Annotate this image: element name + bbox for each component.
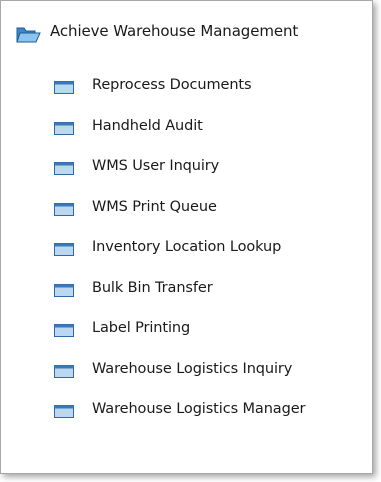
window-icon <box>54 364 74 378</box>
menu-item-label: Inventory Location Lookup <box>92 239 282 255</box>
menu-item[interactable]: WMS Print Queue <box>1 189 372 229</box>
menu-item[interactable]: Inventory Location Lookup <box>1 229 372 269</box>
window-icon <box>54 202 74 216</box>
menu-item-label: Bulk Bin Transfer <box>92 279 213 296</box>
menu-item-label: WMS User Inquiry <box>92 158 220 174</box>
window-icon <box>54 324 74 337</box>
menu-panel: Achieve Warehouse Management Reprocess D… <box>0 0 373 474</box>
menu-item[interactable]: Handheld Audit <box>1 108 372 148</box>
menu-item-label: WMS Print Queue <box>92 198 217 215</box>
open-folder-icon <box>16 27 41 43</box>
menu-item-label: Label Printing <box>92 320 191 336</box>
menu-item[interactable]: WMS User Inquiry <box>1 148 372 188</box>
window-icon <box>54 162 74 175</box>
menu-item[interactable]: Warehouse Logistics Inquiry <box>1 351 372 391</box>
menu-item-label: Handheld Audit <box>92 117 203 134</box>
window-icon <box>54 121 74 135</box>
menu-folder-header[interactable]: Achieve Warehouse Management <box>1 15 372 49</box>
menu-item-label: Warehouse Logistics Inquiry <box>92 360 293 377</box>
window-icon <box>54 243 74 256</box>
menu-item[interactable]: Label Printing <box>1 310 372 350</box>
menu-item[interactable]: Reprocess Documents <box>1 67 372 107</box>
menu-item[interactable]: Bulk Bin Transfer <box>1 270 372 310</box>
menu-item[interactable]: Warehouse Logistics Manager <box>1 391 372 431</box>
window-icon <box>54 81 74 94</box>
menu-item-label: Reprocess Documents <box>92 77 252 93</box>
menu-item-label: Warehouse Logistics Manager <box>92 401 306 417</box>
window-icon <box>54 283 74 297</box>
window-icon <box>54 405 74 418</box>
menu-folder-title: Achieve Warehouse Management <box>50 22 299 40</box>
